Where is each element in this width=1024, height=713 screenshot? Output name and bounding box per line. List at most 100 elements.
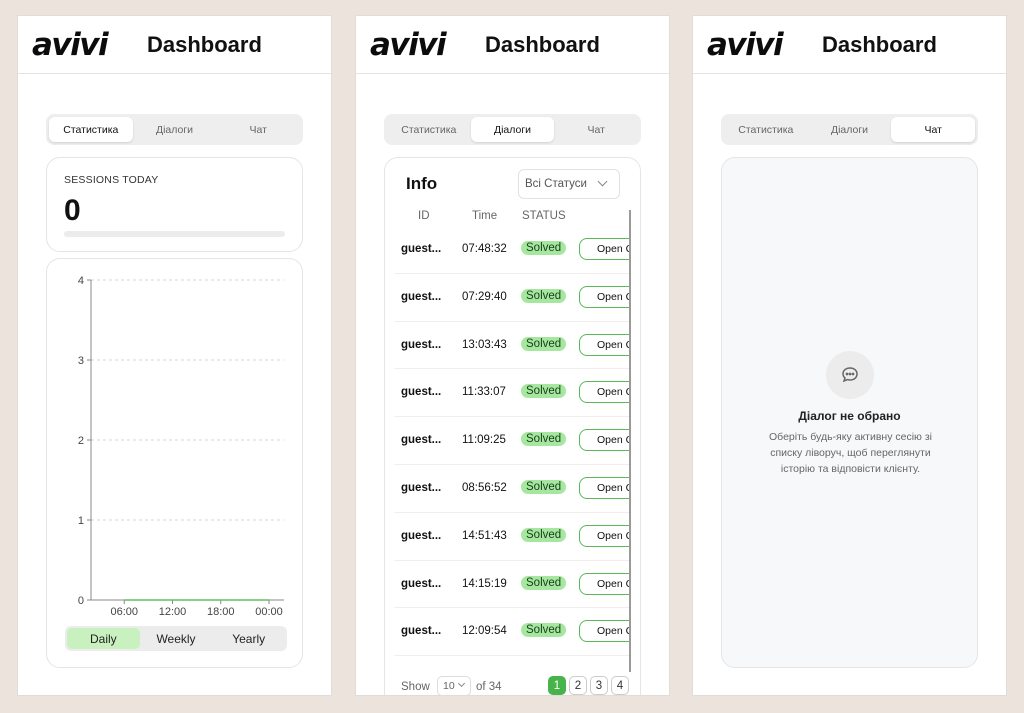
- open-chat-button[interactable]: Open C: [579, 524, 630, 547]
- row-time: 11:09:25: [462, 434, 506, 447]
- x-tick-label: 18:00: [207, 606, 235, 618]
- status-badge: Solved: [521, 336, 567, 351]
- row-id: guest...: [401, 434, 442, 447]
- tab-bar: Статистика Діалоги Чат: [384, 114, 641, 145]
- row-id: guest...: [401, 625, 442, 638]
- table-row: guest... 08:56:52 Solved Open C: [395, 465, 630, 513]
- sessions-chart-card: 0 1 2 3 4 06:00 12:00 18:00 00:00 Daily Weekly Y…: [46, 258, 303, 668]
- column-time: Time: [472, 210, 498, 222]
- page-title: Dashboard: [147, 31, 262, 57]
- tab-chat[interactable]: Чат: [891, 117, 976, 142]
- avivi-logo[interactable]: avivi: [370, 27, 471, 63]
- open-chat-button[interactable]: Open C: [579, 333, 630, 356]
- tab-chat[interactable]: Чат: [554, 117, 638, 142]
- page-buttons: 1234: [548, 676, 629, 695]
- row-time: 07:48:32: [462, 243, 507, 255]
- row-id: guest...: [401, 386, 442, 399]
- tab-chat[interactable]: Чат: [216, 117, 300, 142]
- table-row: guest... 14:15:19 Solved Open C: [395, 561, 630, 609]
- status-badge: Solved: [521, 479, 567, 494]
- app-header: avivi Dashboard: [356, 16, 669, 74]
- tab-dialogs[interactable]: Діалоги: [808, 117, 892, 142]
- tab-dialogs[interactable]: Діалоги: [133, 117, 217, 142]
- chat-empty-state: Діалог не обрано Оберіть будь-яку активн…: [721, 157, 978, 668]
- sessions-today-card: SESSIONS TODAY 0: [46, 157, 303, 252]
- page-button-1[interactable]: 1: [548, 676, 566, 695]
- tab-bar: Статистика Діалоги Чат: [721, 114, 978, 145]
- per-page-select[interactable]: 10: [437, 676, 471, 695]
- x-tick-label: 00:00: [255, 606, 283, 618]
- app-header: avivi Dashboard: [18, 16, 331, 74]
- chevron-down-icon: [457, 679, 466, 688]
- y-tick-label: 3: [78, 355, 84, 367]
- status-filter-value: Всі Статуси: [525, 178, 587, 190]
- row-time: 13:03:43: [462, 338, 507, 351]
- page-button-2[interactable]: 2: [569, 676, 587, 695]
- table-row: guest... 14:51:43 Solved Open C: [395, 513, 630, 561]
- status-badge: Solved: [521, 527, 567, 542]
- open-chat-button[interactable]: Open C: [579, 285, 630, 308]
- range-switch: Daily Weekly Yearly: [65, 626, 287, 651]
- tab-statistics[interactable]: Статистика: [49, 117, 133, 142]
- page-button-3[interactable]: 3: [590, 676, 608, 695]
- pagination: Show 10 of 34 1234: [385, 670, 640, 695]
- open-chat-button[interactable]: Open C: [579, 476, 630, 499]
- empty-state-description: Оберіть будь-яку активну сесію зі списку…: [769, 431, 932, 475]
- row-id: guest...: [401, 481, 442, 494]
- app-header: avivi Dashboard: [693, 16, 1006, 74]
- per-page-value: 10: [443, 680, 455, 692]
- open-chat-button[interactable]: Open C: [579, 620, 630, 643]
- dialogs-info-card: Info Всі Статуси ID Time STATUS guest...…: [384, 157, 641, 695]
- y-tick-label: 4: [78, 275, 84, 287]
- range-yearly-button[interactable]: Yearly: [212, 628, 285, 649]
- open-chat-button[interactable]: Open C: [579, 381, 630, 404]
- row-time: 14:51:43: [462, 529, 507, 542]
- x-tick-label: 06:00: [110, 606, 138, 618]
- row-id: guest...: [401, 290, 442, 303]
- sessions-today-label: SESSIONS TODAY: [64, 174, 159, 186]
- info-title: Info: [406, 174, 438, 193]
- y-tick-label: 0: [78, 595, 84, 607]
- open-chat-button[interactable]: Open C: [579, 429, 630, 452]
- tab-dialogs[interactable]: Діалоги: [470, 117, 555, 142]
- tab-statistics[interactable]: Статистика: [387, 117, 471, 142]
- empty-state-title: Діалог не обрано: [798, 409, 901, 423]
- y-tick-label: 1: [78, 515, 84, 527]
- sessions-progress-bar: [64, 231, 285, 237]
- pager-show-label: Show: [401, 681, 430, 693]
- table-row: guest... 11:33:07 Solved Open C: [395, 369, 630, 418]
- table-row: guest... 11:09:25 Solved Open C: [395, 417, 630, 465]
- phone-statistics: avivi Dashboard Статистика Діалоги Чат S…: [17, 15, 332, 696]
- row-id: guest...: [401, 338, 442, 351]
- page-title: Dashboard: [822, 31, 937, 57]
- dialogs-table-body: guest... 07:48:32 Solved Open C guest... 07:2…: [395, 226, 630, 672]
- table-row: guest... 12:09:54 Solved Open C: [395, 608, 630, 657]
- row-time: 07:29:40: [462, 290, 507, 303]
- pager-total: of 34: [476, 681, 502, 693]
- x-tick-label: 12:00: [159, 606, 187, 618]
- range-daily-button[interactable]: Daily: [67, 628, 140, 649]
- avivi-logo[interactable]: avivi: [32, 27, 133, 63]
- y-tick-label: 2: [78, 435, 84, 447]
- table-header: ID Time STATUS: [385, 210, 640, 226]
- page-button-4[interactable]: 4: [611, 676, 629, 695]
- table-scrollbar[interactable]: [629, 210, 631, 672]
- page-title: Dashboard: [485, 31, 600, 57]
- row-time: 11:33:07: [462, 386, 506, 399]
- sessions-today-value: 0: [64, 194, 81, 227]
- table-row: guest... 13:03:43 Solved Open C: [395, 322, 630, 370]
- open-chat-button[interactable]: Open C: [579, 572, 630, 595]
- open-chat-button[interactable]: Open C: [579, 238, 630, 260]
- status-filter-select[interactable]: Всі Статуси: [518, 169, 620, 199]
- status-badge: Solved: [521, 384, 567, 399]
- table-row: guest... 07:29:40 Solved Open C: [395, 274, 630, 322]
- status-badge: Solved: [521, 623, 567, 638]
- row-time: 14:15:19: [462, 577, 507, 590]
- column-status: STATUS: [522, 210, 566, 222]
- range-weekly-button[interactable]: Weekly: [140, 628, 213, 649]
- tab-bar: Статистика Діалоги Чат: [46, 114, 303, 145]
- tab-statistics[interactable]: Статистика: [724, 117, 808, 142]
- row-time: 12:09:54: [462, 625, 507, 638]
- avivi-logo[interactable]: avivi: [707, 27, 808, 63]
- row-id: guest...: [401, 577, 442, 590]
